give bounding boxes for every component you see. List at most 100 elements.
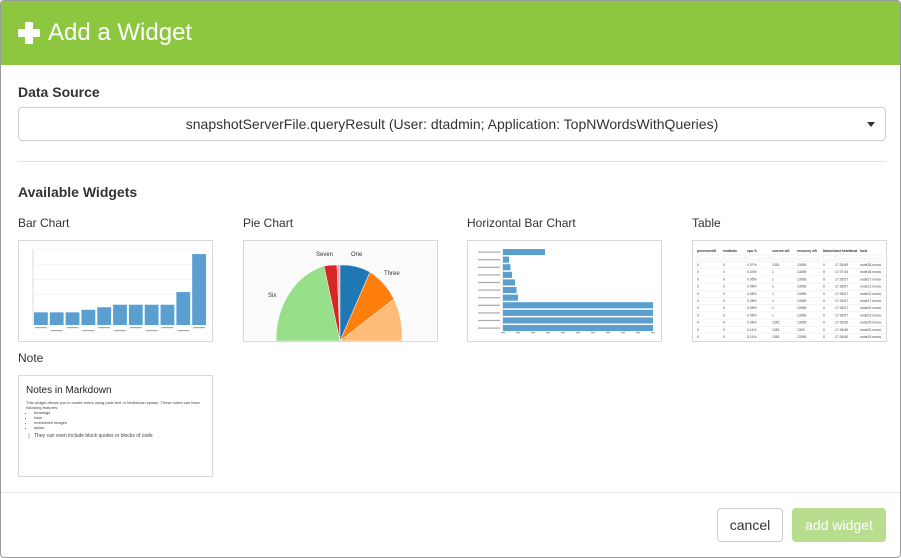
bar [144, 304, 159, 325]
y-tick-label [478, 319, 500, 322]
table-cell: 1 [772, 313, 774, 317]
table-cell: 0 [697, 285, 699, 289]
x-tick-label [546, 332, 550, 334]
table-cell: 0.06% [747, 285, 757, 289]
table-cell: 0 [723, 270, 725, 274]
table-cell: node25.mona [860, 321, 881, 325]
table-cell: 0 [823, 306, 825, 310]
x-tick-label [35, 327, 47, 329]
table-cell: 0 [723, 292, 725, 296]
table-cell: 0 [823, 292, 825, 296]
table-cell: 13069 [797, 306, 807, 310]
table-cell: 0 [723, 277, 725, 281]
note-preview: Notes in Markdown This widget allows you… [19, 376, 212, 448]
x-tick-label [531, 332, 535, 334]
pie-label-six: Six [268, 293, 276, 299]
pie-chart-thumbnail[interactable]: Seven One Three Six [243, 240, 438, 342]
bar-chart-preview [32, 248, 207, 332]
table-cell: 17:36:57 [835, 313, 848, 317]
table-cell: 1 [772, 292, 774, 296]
table-cell: 17:37:44 [835, 270, 848, 274]
available-widgets-label: Available Widgets [18, 184, 138, 200]
table-cell: 13069 [797, 285, 807, 289]
table-cell: 17:36:57 [835, 277, 848, 281]
pie-label-three: Three [384, 271, 400, 277]
y-tick-label [478, 312, 500, 314]
table-cell: 13069 [797, 270, 807, 274]
table-header-cell: recovery wS [797, 249, 818, 253]
hbar [503, 287, 517, 294]
table-cell: 0 [723, 299, 725, 303]
y-tick-label [478, 259, 500, 261]
hbar [503, 249, 545, 256]
x-tick-label [66, 327, 79, 329]
table-cell: 0 [723, 306, 725, 310]
table-cell: node20.mona [860, 328, 881, 332]
table-cell: node20.mona [860, 306, 881, 310]
horizontal-bar-chart-thumbnail[interactable] [467, 240, 662, 342]
widget-label-bar-chart: Bar Chart [18, 216, 70, 230]
note-heading: Notes in Markdown [26, 385, 112, 396]
y-tick-label [478, 297, 500, 299]
table-cell: 0 [723, 328, 725, 332]
table-filter-input [746, 254, 770, 260]
hbar [503, 302, 653, 309]
x-tick-label [636, 332, 640, 334]
hbar [503, 279, 515, 286]
table-filter-input [859, 254, 883, 260]
table-header-cell: current wS [772, 249, 790, 253]
bar-chart-thumbnail[interactable] [18, 240, 213, 342]
bar [81, 309, 96, 325]
bar [97, 307, 112, 325]
table-cell: 1309 [797, 328, 805, 332]
table-cell: node17.mona [860, 299, 881, 303]
table-cell: 17:36:56 [835, 328, 848, 332]
x-tick-label [651, 332, 655, 334]
x-tick-label [177, 330, 190, 332]
note-quote: They can even include block quotes or bl… [28, 433, 205, 439]
table-cell: 0 [697, 270, 699, 274]
dialog-title: Add a Widget [48, 19, 193, 46]
table-cell: 0 [723, 335, 725, 339]
table-cell: 0 [697, 328, 699, 332]
bar [65, 312, 80, 325]
table-filter-input [722, 254, 746, 260]
data-source-select[interactable]: snapshotServerFile.queryResult (User: dt… [18, 107, 886, 141]
table-thumbnail[interactable]: processedS emitteds cpu % current wS recover… [692, 240, 887, 342]
table-cell: 1351 [772, 328, 780, 332]
add-widget-dialog: Add a Widget Data Source snapshotServerF… [0, 0, 901, 558]
bar [113, 304, 127, 325]
y-tick-label [478, 251, 500, 253]
cancel-button[interactable]: cancel [717, 508, 783, 542]
widget-label-table: Table [692, 216, 721, 230]
table-cell: node22.mona [860, 292, 881, 296]
table-cell: 0 [723, 321, 725, 325]
table-cell: 0.08% [747, 299, 757, 303]
table-cell: 0 [723, 263, 725, 267]
x-tick-label [561, 332, 565, 334]
hbar [503, 264, 511, 271]
table-cell: 13069 [797, 263, 807, 267]
table-cell: 0.05% [747, 277, 757, 281]
table-cell: 0 [823, 328, 825, 332]
hbar [503, 325, 653, 332]
add-widget-button[interactable]: add widget [792, 508, 886, 542]
table-cell: 0 [697, 306, 699, 310]
x-tick-label [621, 332, 625, 334]
note-thumbnail[interactable]: Notes in Markdown This widget allows you… [18, 375, 213, 477]
table-header-cell: cpu % [747, 249, 757, 253]
table-cell: 1351 [772, 321, 780, 325]
hbar [503, 271, 512, 278]
table-cell: 1 [772, 277, 774, 281]
x-tick-label [576, 332, 580, 334]
table-cell: 0 [697, 263, 699, 267]
table-cell: 1351 [772, 263, 780, 267]
table-cell: 0.11% [747, 335, 756, 339]
x-tick-label [82, 330, 95, 332]
x-tick-label [501, 332, 505, 334]
table-cell: 17:36:57 [835, 299, 848, 303]
chevron-down-icon [867, 122, 875, 127]
table-cell: 17:36:57 [835, 306, 848, 310]
bar [160, 304, 175, 325]
hbar [503, 309, 653, 316]
